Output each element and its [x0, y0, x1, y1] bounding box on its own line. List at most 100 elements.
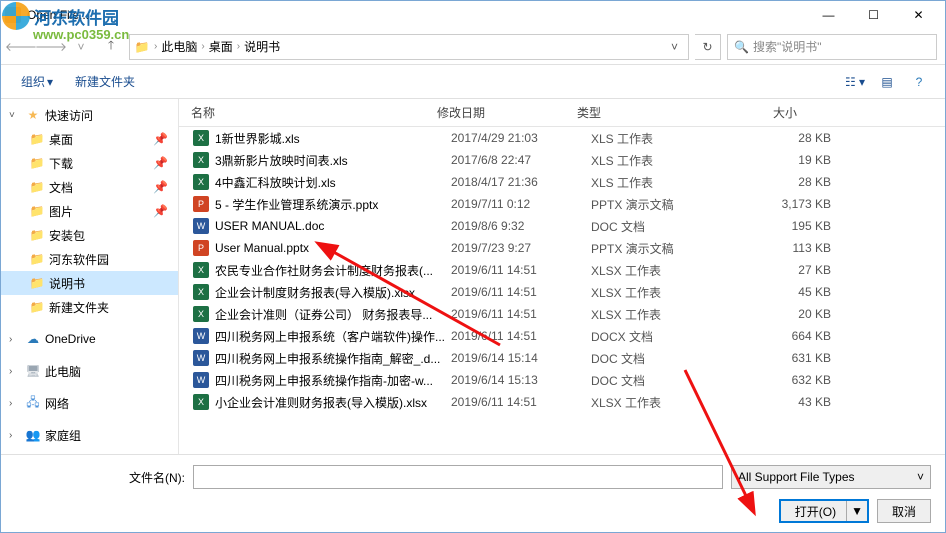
- file-size: 113 KB: [721, 241, 831, 255]
- file-size: 3,173 KB: [721, 197, 831, 211]
- file-row[interactable]: P5 - 学生作业管理系统演示.pptx2019/7/11 0:12PPTX 演…: [179, 193, 945, 215]
- folder-icon: 📁: [29, 179, 45, 195]
- chevron-right-icon: ›: [152, 41, 159, 52]
- maximize-button[interactable]: ☐: [851, 1, 896, 29]
- file-row[interactable]: X农民专业合作社财务会计制度财务报表(...2019/6/11 14:51XLS…: [179, 259, 945, 281]
- titlebar: Open File... — ☐ ✕: [1, 1, 945, 29]
- file-size: 20 KB: [721, 307, 831, 321]
- file-icon: W: [193, 218, 209, 234]
- chevron-down-icon: ˅: [9, 110, 21, 121]
- close-button[interactable]: ✕: [896, 1, 941, 29]
- search-input[interactable]: 🔍 搜索"说明书": [727, 34, 937, 60]
- forward-button[interactable]: 🡒: [39, 35, 63, 59]
- breadcrumb-item[interactable]: 此电脑: [161, 38, 197, 55]
- file-row[interactable]: X企业会计制度财务报表(导入模版).xlsx2019/6/11 14:51XLS…: [179, 281, 945, 303]
- column-headers: 名称 修改日期 类型 大小: [179, 99, 945, 127]
- breadcrumb-item[interactable]: 桌面: [209, 38, 233, 55]
- organize-button[interactable]: 组织 ▾: [13, 69, 61, 94]
- folder-icon: 📁: [29, 203, 45, 219]
- new-folder-button[interactable]: 新建文件夹: [67, 69, 143, 94]
- col-type[interactable]: 类型: [577, 104, 707, 121]
- sidebar-item[interactable]: 📁说明书: [1, 271, 178, 295]
- sidebar-item[interactable]: 📁新建文件夹: [1, 295, 178, 319]
- refresh-button[interactable]: ↻: [695, 34, 721, 60]
- open-button[interactable]: 打开(O)▼: [779, 499, 869, 523]
- sidebar-item[interactable]: 📁安装包: [1, 223, 178, 247]
- file-date: 2019/6/11 14:51: [451, 307, 591, 321]
- folder-icon: 📁: [29, 227, 45, 243]
- sidebar-item[interactable]: 📁河东软件园: [1, 247, 178, 271]
- open-dropdown[interactable]: ▼: [846, 501, 867, 521]
- file-row[interactable]: W四川税务网上申报系统（客户端软件)操作...2019/6/11 14:51DO…: [179, 325, 945, 347]
- help-button[interactable]: ?: [905, 70, 933, 94]
- file-row[interactable]: PUser Manual.pptx2019/7/23 9:27PPTX 演示文稿…: [179, 237, 945, 259]
- col-name[interactable]: 名称: [179, 104, 437, 121]
- file-date: 2019/6/14 15:14: [451, 351, 591, 365]
- quick-access[interactable]: ˅★快速访问: [1, 103, 178, 127]
- folder-icon: 📁: [134, 39, 150, 55]
- file-row[interactable]: X1新世界影城.xls2017/4/29 21:03XLS 工作表28 KB: [179, 127, 945, 149]
- file-date: 2019/6/11 14:51: [451, 329, 591, 343]
- cancel-button[interactable]: 取消: [877, 499, 931, 523]
- recent-dropdown[interactable]: ˅: [69, 35, 93, 59]
- app-icon: [5, 7, 21, 23]
- file-row[interactable]: X小企业会计准则财务报表(导入模版).xlsx2019/6/11 14:51XL…: [179, 391, 945, 413]
- file-row[interactable]: X4中鑫汇科放映计划.xls2018/4/17 21:36XLS 工作表28 K…: [179, 171, 945, 193]
- sidebar-item[interactable]: 📁桌面📌: [1, 127, 178, 151]
- back-button[interactable]: 🡐: [9, 35, 33, 59]
- file-name: USER MANUAL.doc: [215, 219, 451, 233]
- search-placeholder: 搜索"说明书": [753, 38, 822, 55]
- sidebar-item[interactable]: 📁文档📌: [1, 175, 178, 199]
- col-date[interactable]: 修改日期: [437, 104, 577, 121]
- onedrive[interactable]: ›☁OneDrive: [1, 327, 178, 351]
- file-row[interactable]: X企业会计准则（证券公司） 财务报表导...2019/6/11 14:51XLS…: [179, 303, 945, 325]
- file-size: 19 KB: [721, 153, 831, 167]
- file-size: 28 KB: [721, 131, 831, 145]
- file-name: 3鼎新影片放映时间表.xls: [215, 152, 451, 169]
- chevron-right-icon: ›: [199, 41, 206, 52]
- file-type: PPTX 演示文稿: [591, 196, 721, 213]
- file-type: DOCX 文档: [591, 328, 721, 345]
- up-button[interactable]: 🡑: [99, 35, 123, 59]
- folder-icon: 📁: [29, 131, 45, 147]
- col-size[interactable]: 大小: [707, 104, 827, 121]
- file-name: 1新世界影城.xls: [215, 130, 451, 147]
- breadcrumb[interactable]: 📁 › 此电脑 › 桌面 › 说明书 ˅: [129, 34, 689, 60]
- file-type: XLSX 工作表: [591, 284, 721, 301]
- network[interactable]: ›🖧网络: [1, 391, 178, 415]
- breadcrumb-dropdown[interactable]: ˅: [665, 40, 684, 54]
- chevron-down-icon: ˅: [917, 470, 924, 484]
- file-size: 28 KB: [721, 175, 831, 189]
- preview-pane-button[interactable]: ▤: [873, 70, 901, 94]
- file-size: 45 KB: [721, 285, 831, 299]
- sidebar-item[interactable]: 📁下载📌: [1, 151, 178, 175]
- file-row[interactable]: W四川税务网上申报系统操作指南_解密_.d...2019/6/14 15:14D…: [179, 347, 945, 369]
- file-icon: X: [193, 394, 209, 410]
- file-name: 农民专业合作社财务会计制度财务报表(...: [215, 262, 451, 279]
- file-date: 2019/8/6 9:32: [451, 219, 591, 233]
- chevron-right-icon: ›: [9, 430, 21, 441]
- file-row[interactable]: X3鼎新影片放映时间表.xls2017/6/8 22:47XLS 工作表19 K…: [179, 149, 945, 171]
- navbar: 🡐 🡒 ˅ 🡑 📁 › 此电脑 › 桌面 › 说明书 ˅ ↻ 🔍 搜索"说明书": [1, 29, 945, 65]
- file-row[interactable]: WUSER MANUAL.doc2019/8/6 9:32DOC 文档195 K…: [179, 215, 945, 237]
- view-options-button[interactable]: ☷ ▾: [841, 70, 869, 94]
- minimize-button[interactable]: —: [806, 1, 851, 29]
- sidebar-item[interactable]: 📁图片📌: [1, 199, 178, 223]
- file-icon: P: [193, 196, 209, 212]
- breadcrumb-item[interactable]: 说明书: [244, 38, 280, 55]
- file-type: XLS 工作表: [591, 174, 721, 191]
- file-date: 2019/6/11 14:51: [451, 395, 591, 409]
- folder-icon: 📁: [29, 155, 45, 171]
- file-date: 2018/4/17 21:36: [451, 175, 591, 189]
- file-type: XLS 工作表: [591, 152, 721, 169]
- file-row[interactable]: W四川税务网上申报系统操作指南-加密-w...2019/6/14 15:13DO…: [179, 369, 945, 391]
- file-date: 2017/4/29 21:03: [451, 131, 591, 145]
- file-size: 27 KB: [721, 263, 831, 277]
- file-type-filter[interactable]: All Support File Types˅: [731, 465, 931, 489]
- window-title: Open File...: [27, 8, 806, 22]
- chevron-right-icon: ›: [9, 398, 21, 409]
- file-name: 5 - 学生作业管理系统演示.pptx: [215, 196, 451, 213]
- homegroup[interactable]: ›👥家庭组: [1, 423, 178, 447]
- this-pc[interactable]: ›🖥此电脑: [1, 359, 178, 383]
- filename-input[interactable]: [193, 465, 723, 489]
